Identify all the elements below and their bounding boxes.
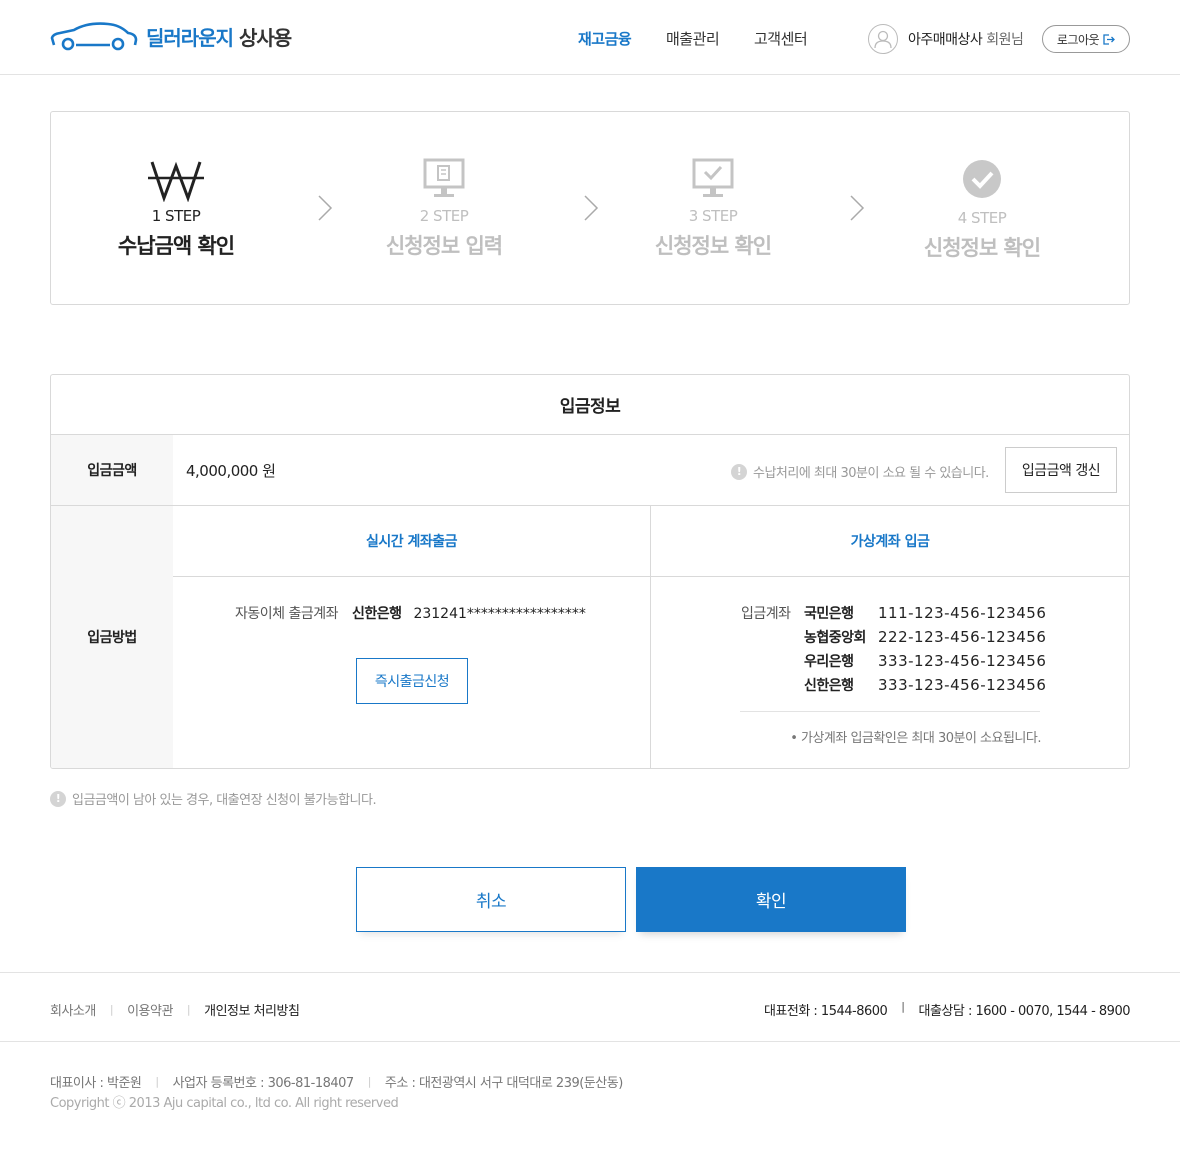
divider: |	[901, 1000, 905, 1013]
cancel-button[interactable]: 취소	[356, 867, 626, 932]
auto-transfer-label: 자동이체 출금계좌	[235, 606, 339, 622]
step-4: 4 STEP 신청정보 확인	[857, 112, 1107, 306]
nav-item-inventory-finance[interactable]: 재고금융	[578, 28, 632, 49]
company-address: 주소 : 대전광역시 서구 대덕대로 239(둔산동)	[384, 1076, 623, 1091]
virtual-account-column: 가상계좌 입금 입금계좌 국민은행 111-123-456-123456 농협중…	[651, 506, 1129, 768]
auto-transfer-bank: 신한은행	[351, 606, 402, 622]
nav-item-customer-center[interactable]: 고객센터	[754, 28, 808, 49]
account-number: 333-123-456-123456	[878, 652, 1047, 670]
user-info: 아주매매상사 회원님	[868, 24, 1024, 54]
divider: |	[109, 1003, 114, 1016]
amount-notice: ! 수납처리에 최대 30분이 소요 될 수 있습니다.	[731, 462, 989, 481]
step-title: 신청정보 입력	[385, 234, 503, 258]
virtual-account-note: • 가상계좌 입금확인은 최대 30분이 소요됩니다.	[790, 731, 1041, 746]
check-circle-icon	[963, 160, 1001, 198]
auto-transfer-number: 231241*****************	[413, 606, 586, 622]
amount-label: 입금금액	[51, 435, 173, 505]
instant-withdrawal-button[interactable]: 즉시출금신청	[356, 658, 468, 704]
footer: 회사소개 | 이용약관 | 개인정보 처리방침 대표전화 : 1544-8600…	[0, 972, 1180, 1042]
section-title: 입금정보	[51, 375, 1129, 435]
exclamation-icon: !	[50, 790, 66, 807]
step-2: 2 STEP 신청정보 입력	[319, 112, 569, 306]
footer-link-terms[interactable]: 이용약관	[127, 1000, 173, 1019]
logout-label: 로그아웃	[1056, 32, 1100, 47]
step-number: 1 STEP	[151, 207, 201, 225]
refresh-amount-button[interactable]: 입금금액 갱신	[1005, 447, 1117, 493]
won-icon	[148, 161, 204, 202]
divider	[740, 711, 1040, 712]
virtual-account-list: 국민은행 111-123-456-123456 농협중앙회 222-123-45…	[804, 601, 1046, 697]
footer-contact: 대표전화 : 1544-8600 | 대출상담 : 1600 - 0070, 1…	[763, 1000, 1131, 1019]
divider: |	[367, 1075, 372, 1088]
exclamation-icon: !	[731, 463, 747, 480]
list-item: 우리은행 333-123-456-123456	[804, 649, 1046, 673]
realtime-withdrawal-column: 실시간 계좌출금 자동이체 출금계좌 신한은행 231241**********…	[173, 506, 651, 768]
account-number: 111-123-456-123456	[878, 604, 1047, 622]
footer-link-privacy[interactable]: 개인정보 처리방침	[204, 1000, 300, 1019]
logout-button[interactable]: 로그아웃	[1042, 25, 1130, 53]
divider: |	[186, 1003, 191, 1016]
deposit-info-table: 입금정보 입금금액 4,000,000 원 ! 수납처리에 최대 30분이 소요…	[50, 374, 1130, 769]
realtime-heading: 실시간 계좌출금	[173, 506, 650, 577]
list-item: 농협중앙회 222-123-456-123456	[804, 625, 1046, 649]
confirm-button[interactable]: 확인	[636, 867, 906, 932]
copyright: Copyright ⓒ 2013 Aju capital co., ltd co…	[50, 1096, 399, 1111]
business-number: 사업자 등록번호 : 306-81-18407	[172, 1076, 355, 1091]
method-label: 입금방법	[51, 506, 173, 768]
extension-warning: ! 입금금액이 남아 있는 경우, 대출연장 신청이 불가능합니다.	[50, 789, 377, 808]
bank-name: 국민은행	[804, 606, 854, 622]
step-1: 1 STEP 수납금액 확인	[51, 112, 301, 306]
loan-contact: 대출상담 : 1600 - 0070, 1544 - 8900	[918, 1004, 1131, 1019]
header: 딜러라운지 상사용 재고금융 매출관리 고객센터 아주매매상사 회원님 로그아웃	[0, 0, 1180, 75]
amount-value: 4,000,000 원	[186, 462, 276, 480]
footer-link-company[interactable]: 회사소개	[50, 1000, 96, 1019]
nav-item-sales-management[interactable]: 매출관리	[666, 28, 720, 49]
list-item: 국민은행 111-123-456-123456	[804, 601, 1046, 625]
logo[interactable]: 딜러라운지 상사용	[50, 20, 292, 52]
step-title: 수납금액 확인	[117, 234, 235, 258]
bank-name: 우리은행	[804, 654, 854, 670]
virtual-account-label: 입금계좌	[741, 606, 791, 622]
ceo-name: 대표이사 : 박준원	[50, 1076, 142, 1091]
virtual-heading: 가상계좌 입금	[651, 506, 1129, 577]
footer-links: 회사소개 | 이용약관 | 개인정보 처리방침	[50, 1000, 300, 1019]
monitor-check-icon	[692, 158, 734, 197]
step-title: 신청정보 확인	[654, 234, 772, 258]
step-title: 신청정보 확인	[923, 236, 1041, 260]
bank-name: 농협중앙회	[804, 630, 866, 646]
bank-name: 신한은행	[804, 678, 854, 694]
list-item: 신한은행 333-123-456-123456	[804, 673, 1046, 697]
step-number: 4 STEP	[957, 209, 1007, 227]
auto-transfer-account: 자동이체 출금계좌 신한은행 231241*****************	[235, 603, 586, 623]
phone-number: 대표전화 : 1544-8600	[763, 1004, 888, 1019]
step-number: 3 STEP	[688, 207, 738, 225]
user-avatar-icon	[868, 24, 898, 54]
amount-row: 입금금액 4,000,000 원 ! 수납처리에 최대 30분이 소요 될 수 …	[51, 435, 1129, 506]
logo-text: 딜러라운지	[146, 25, 234, 50]
warning-text: 입금금액이 남아 있는 경우, 대출연장 신청이 불가능합니다.	[72, 793, 377, 808]
divider: |	[155, 1075, 159, 1088]
amount-notice-text: 수납처리에 최대 30분이 소요 될 수 있습니다.	[753, 466, 989, 481]
company-info: 대표이사 : 박준원 | 사업자 등록번호 : 306-81-18407 | 주…	[50, 1072, 623, 1091]
logo-subtitle: 상사용	[239, 25, 292, 50]
user-suffix: 회원님	[986, 32, 1024, 48]
car-logo-icon	[50, 22, 138, 51]
account-number: 222-123-456-123456	[878, 628, 1047, 646]
step-indicator: 1 STEP 수납금액 확인 2 STEP 신청정보 입력 3 STEP 신청정…	[50, 111, 1130, 305]
logout-icon	[1103, 33, 1115, 45]
step-number: 2 STEP	[419, 207, 469, 225]
monitor-document-icon	[423, 158, 465, 197]
method-row: 입금방법 실시간 계좌출금 자동이체 출금계좌 신한은행 231241*****…	[51, 506, 1129, 768]
account-number: 333-123-456-123456	[878, 676, 1047, 694]
user-name: 아주매매상사	[908, 32, 983, 48]
step-3: 3 STEP 신청정보 확인	[588, 112, 838, 306]
